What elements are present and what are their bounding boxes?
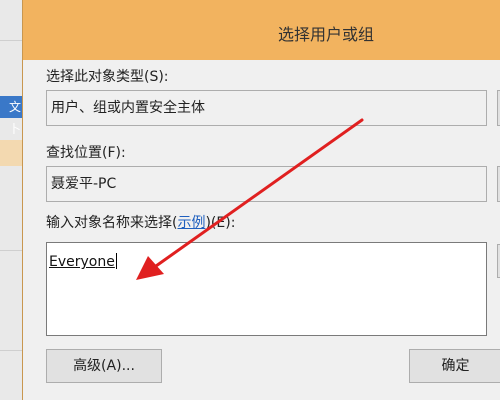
dialog-titlebar[interactable]: 选择用户或组 [23,0,500,60]
select-users-groups-dialog: 选择用户或组 选择此对象类型(S): 用户、组或内置安全主体 查找位置(F): … [22,0,500,400]
background-divider [0,250,22,251]
background-divider [0,350,22,351]
background-selected-item: 文 卜 [0,96,22,136]
background-highlight-row [0,140,22,166]
location-field: 聂爱平-PC [46,166,487,202]
object-type-field: 用户、组或内置安全主体 [46,90,487,126]
background-divider [0,40,22,41]
ok-button[interactable]: 确定 [409,349,500,383]
dialog-title: 选择用户或组 [278,25,375,44]
object-names-input[interactable]: Everyone [46,242,487,336]
object-type-value: 用户、组或内置安全主体 [51,100,205,116]
examples-link[interactable]: 示例 [177,215,205,231]
object-names-label: 输入对象名称来选择(示例)(E): [46,215,236,231]
location-value: 聂爱平-PC [51,176,117,192]
background-window [0,0,22,400]
object-type-label: 选择此对象类型(S): [46,69,169,85]
location-label: 查找位置(F): [46,145,126,161]
object-names-value: Everyone [49,254,115,270]
advanced-button[interactable]: 高级(A)... [46,349,162,383]
text-caret [115,253,117,269]
